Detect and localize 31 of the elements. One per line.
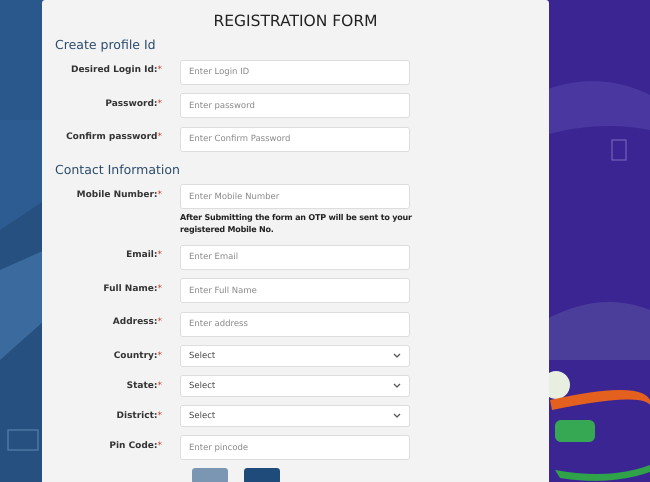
input-field[interactable]: Enter password: [180, 93, 410, 118]
field-label: Desired Login Id:*: [70, 64, 162, 77]
chevron-icon: [393, 353, 401, 358]
select-field[interactable]: Select: [180, 374, 410, 396]
input-field[interactable]: Enter address: [180, 312, 410, 336]
help-text: After Submitting the form an OTP will be sent to your registered Mobile No.: [180, 212, 413, 236]
field-label: Email:*: [125, 249, 162, 262]
field-label: Country:*: [112, 350, 162, 362]
section-heading: Create profile Id: [54, 36, 157, 54]
field-label: District:*: [116, 410, 162, 422]
chevron-icon: [393, 383, 401, 388]
section-heading: Contact Information: [54, 160, 181, 178]
field-label: Pin Code:*: [108, 440, 162, 452]
chevron-icon: [393, 413, 401, 418]
input-field[interactable]: Enter pincode: [180, 435, 410, 460]
select-field[interactable]: Select: [180, 344, 410, 366]
button[interactable]: [192, 468, 228, 482]
input-field[interactable]: Enter Confirm Password: [180, 126, 410, 152]
form-title: REGISTRATION FORM: [212, 11, 378, 32]
field-label: Password:*: [104, 98, 162, 110]
input-field[interactable]: Enter Email: [180, 244, 410, 270]
field-label: State:*: [126, 380, 162, 392]
input-field[interactable]: Enter Full Name: [180, 278, 410, 303]
input-field[interactable]: Enter Login ID: [180, 60, 410, 84]
button[interactable]: [244, 468, 280, 482]
select-field[interactable]: Select: [180, 404, 410, 426]
input-field[interactable]: Enter Mobile Number: [180, 184, 410, 209]
field-label: Mobile Number:*: [76, 188, 162, 202]
field-label: Address:*: [112, 316, 162, 329]
field-label: Confirm password*: [65, 131, 162, 144]
field-label: Full Name:*: [102, 282, 162, 296]
